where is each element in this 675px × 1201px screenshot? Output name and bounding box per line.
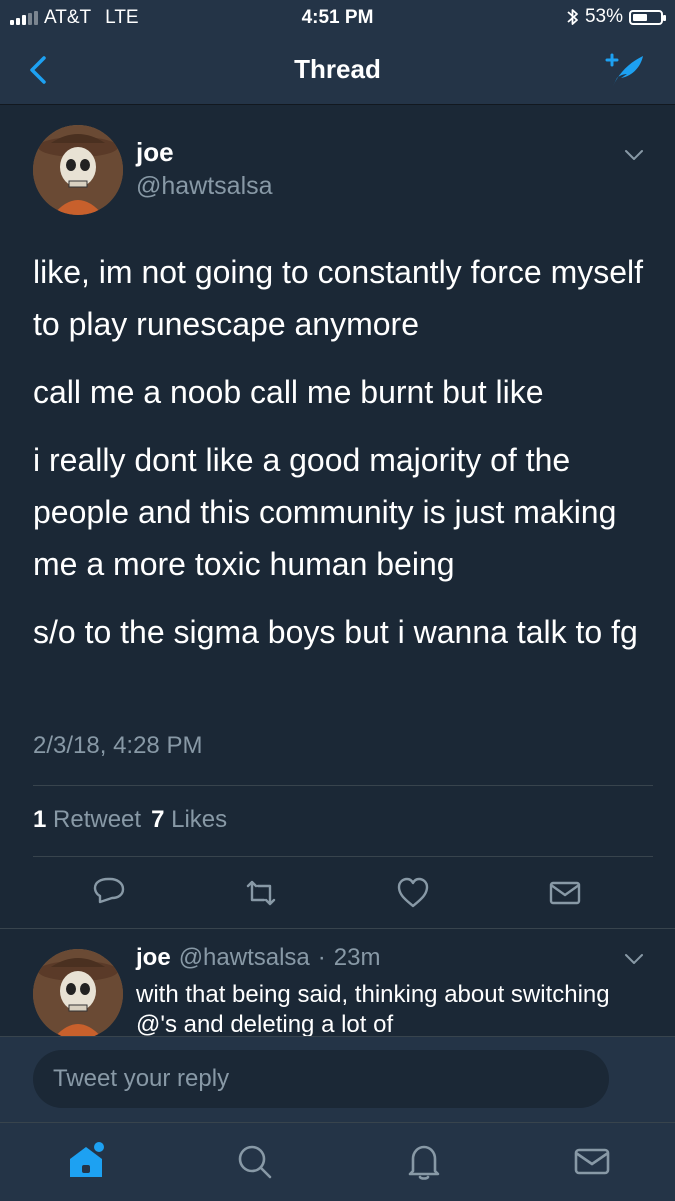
tweet-actions (0, 868, 675, 918)
tweet-stats: 1 Retweet 7 Likes (33, 806, 227, 834)
chevron-down-icon[interactable] (623, 952, 645, 966)
like-heart-icon[interactable] (396, 876, 430, 910)
reply-text: with that being said, thinking about swi… (136, 981, 610, 1036)
section-separator (0, 928, 675, 929)
battery-fill (633, 13, 647, 21)
divider (33, 785, 653, 786)
reply-meta: joe @hawtsalsa · 23m (136, 944, 380, 972)
search-icon[interactable] (234, 1141, 274, 1181)
display-name[interactable]: joe (136, 137, 174, 168)
tweet-paragraph: call me a noob call me burnt but like (33, 374, 544, 410)
avatar[interactable] (33, 949, 123, 1036)
share-mail-icon[interactable] (548, 876, 582, 910)
like-label: Likes (171, 806, 228, 833)
tweet-paragraph: i really dont like a good majority of th… (33, 442, 617, 582)
page-title: Thread (294, 54, 381, 84)
skull-avatar-image (33, 949, 123, 1036)
reply-input[interactable]: Tweet your reply (33, 1050, 609, 1108)
like-stat[interactable]: 7 Likes (151, 806, 227, 834)
reply-icon[interactable] (92, 876, 126, 910)
reply-bar: Tweet your reply (0, 1036, 675, 1123)
battery-percent: 53% (584, 6, 623, 27)
battery-icon (629, 9, 666, 25)
tab-bar (0, 1122, 675, 1201)
reply-handle[interactable]: @hawtsalsa (179, 944, 310, 972)
bluetooth-icon (567, 9, 578, 25)
reply-tweet[interactable]: joe @hawtsalsa · 23m with that being sai… (0, 930, 675, 1036)
messages-icon[interactable] (572, 1141, 612, 1181)
compose-tweet-icon[interactable] (601, 50, 647, 90)
retweet-count: 1 (33, 806, 47, 833)
chevron-down-icon[interactable] (623, 148, 645, 162)
like-count: 7 (151, 806, 165, 833)
tweet-paragraph: like, im not going to constantly force m… (33, 254, 644, 342)
skull-avatar-image (33, 125, 123, 215)
reply-display-name[interactable]: joe (136, 944, 171, 972)
reply-time: 23m (333, 944, 381, 971)
home-icon[interactable] (66, 1141, 106, 1181)
tweet-timestamp: 2/3/18, 4:28 PM (33, 732, 203, 759)
avatar[interactable] (33, 125, 123, 215)
handle[interactable]: @hawtsalsa (136, 172, 273, 201)
nav-bar: Thread (0, 36, 675, 105)
tweet-body: like, im not going to constantly force m… (33, 246, 653, 674)
reply-separator: · (317, 944, 326, 971)
retweet-icon[interactable] (244, 876, 278, 910)
status-bar: AT&T LTE 4:51 PM 53% (0, 0, 675, 36)
status-right: 53% (567, 6, 666, 28)
retweet-label: Retweet (53, 806, 142, 833)
tweet-paragraph: s/o to the sigma boys but i wanna talk t… (33, 614, 638, 650)
divider (33, 856, 653, 857)
retweet-stat[interactable]: 1 Retweet (33, 806, 141, 834)
notifications-icon[interactable] (404, 1141, 444, 1181)
